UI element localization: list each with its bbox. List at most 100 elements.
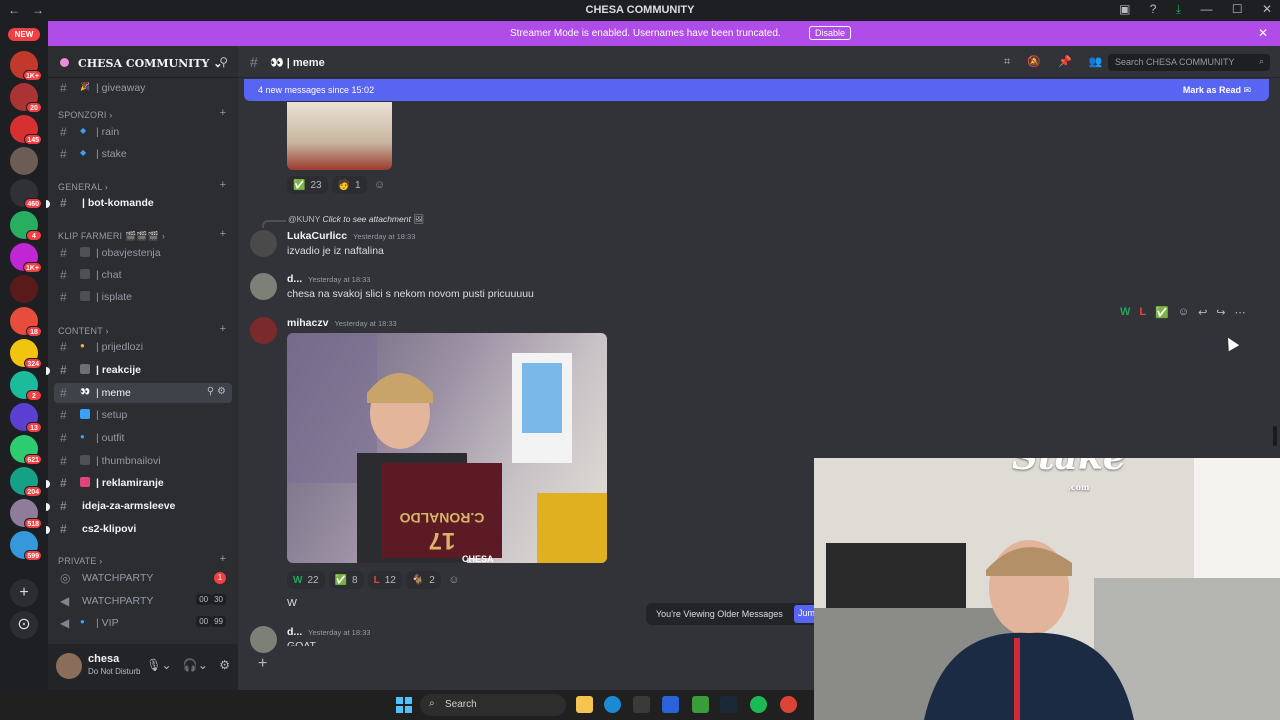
server-icon[interactable]: 324 bbox=[10, 339, 42, 369]
message-author[interactable]: d... Yesterday at 18:33 bbox=[287, 626, 370, 638]
scrollbar[interactable] bbox=[1273, 426, 1277, 446]
invite-icon[interactable]: ⚲ bbox=[207, 386, 214, 397]
reaction-check[interactable]: ✅ 23 bbox=[287, 176, 328, 194]
server-icon[interactable]: 460 bbox=[10, 179, 42, 209]
file-explorer-icon[interactable] bbox=[576, 696, 593, 713]
reaction-w-icon[interactable]: W bbox=[1120, 306, 1130, 322]
voice-channel-watchparty[interactable]: ◎ WATCHPARTY 1 bbox=[54, 568, 232, 588]
server-icon[interactable]: 621 bbox=[10, 435, 42, 465]
avatar[interactable] bbox=[56, 653, 82, 679]
reaction-goat[interactable]: 🐐 2 bbox=[405, 571, 441, 589]
message-image-attachment[interactable]: C.RONALDO 17 CHESA bbox=[287, 333, 607, 563]
add-channel-icon[interactable]: + bbox=[220, 107, 226, 119]
windows-start-icon[interactable] bbox=[396, 697, 412, 713]
pen-app-icon[interactable] bbox=[662, 696, 679, 713]
username[interactable]: chesa bbox=[88, 653, 119, 665]
channel-prijedlozi[interactable]: # ● | prijedlozi bbox=[54, 337, 232, 357]
category-klip-farmeri[interactable]: KLIP FARMERI 🎬🎬🎬 › bbox=[58, 231, 165, 242]
server-icon[interactable]: 518 bbox=[10, 499, 42, 529]
server-icon[interactable]: 4 bbox=[10, 211, 42, 241]
attach-plus-icon[interactable]: + bbox=[258, 655, 267, 673]
add-reaction-icon[interactable]: ☺ bbox=[371, 176, 389, 194]
notification-bell-icon[interactable]: 🔕 bbox=[1027, 56, 1041, 68]
server-icon[interactable]: 204 bbox=[10, 467, 42, 497]
message-composer[interactable]: + bbox=[244, 650, 810, 680]
channel-thumbnailovi[interactable]: # | thumbnailovi bbox=[54, 451, 232, 471]
server-icon[interactable]: 599 bbox=[10, 531, 42, 561]
minecraft-icon[interactable] bbox=[692, 696, 709, 713]
channel-ideja-za-armsleeve[interactable]: # ideja-za-armsleeve bbox=[46, 496, 232, 516]
channel-reklamiranje[interactable]: # | reklamiranje bbox=[46, 473, 232, 493]
help-icon[interactable]: ? bbox=[1150, 2, 1157, 16]
channel-rain[interactable]: # ◆ | rain bbox=[54, 122, 232, 142]
reaction-check-icon[interactable]: ✅ bbox=[1155, 306, 1169, 322]
reply-icon[interactable]: ↩ bbox=[1198, 306, 1207, 322]
channel-cs2-klipovi[interactable]: # cs2-klipovi bbox=[46, 519, 232, 539]
taskbar-search[interactable]: ⌕ Search bbox=[420, 694, 566, 716]
new-messages-bar[interactable]: 4 new messages since 15:02 Mark as Read … bbox=[244, 79, 1269, 101]
add-reaction-icon[interactable]: ☺ bbox=[1178, 306, 1189, 322]
avatar[interactable] bbox=[250, 317, 277, 344]
download-icon[interactable]: ⤓ bbox=[1176, 2, 1181, 16]
edge-icon[interactable] bbox=[604, 696, 621, 713]
reaction-l-icon[interactable]: L bbox=[1139, 306, 1146, 322]
reaction-face[interactable]: 🧑 1 bbox=[331, 176, 367, 194]
add-reaction-icon[interactable]: ☺ bbox=[445, 571, 463, 589]
threads-icon[interactable]: ⌗ bbox=[1004, 56, 1010, 68]
channel-stake[interactable]: # ◆ | stake bbox=[54, 144, 232, 164]
inbox-icon[interactable]: ▣ bbox=[1119, 2, 1130, 16]
message-image-attachment[interactable] bbox=[287, 102, 392, 170]
channel-setup[interactable]: # | setup bbox=[54, 405, 232, 425]
headphones-icon[interactable]: 🎧⌄ bbox=[183, 658, 208, 672]
server-icon[interactable] bbox=[10, 147, 38, 175]
reaction-check[interactable]: ✅ 8 bbox=[328, 571, 364, 589]
category-sponzori[interactable]: SPONZORI › bbox=[58, 110, 113, 120]
add-channel-icon[interactable]: + bbox=[220, 553, 226, 565]
add-server-icon[interactable]: + bbox=[10, 579, 38, 607]
voice-channel-vip[interactable]: ◀ ● | VIP 00 99 bbox=[54, 613, 232, 633]
forward-icon[interactable]: ↪ bbox=[1216, 306, 1225, 322]
server-icon[interactable] bbox=[10, 275, 38, 303]
disable-button[interactable]: Disable bbox=[809, 26, 852, 40]
server-icon[interactable]: 145 bbox=[10, 115, 42, 145]
avatar[interactable] bbox=[250, 626, 277, 653]
more-icon[interactable]: ⋯ bbox=[1235, 306, 1246, 322]
message-author[interactable]: d... Yesterday at 18:33 bbox=[287, 273, 370, 285]
channel-obavjestenja[interactable]: # | obavjestenja bbox=[54, 243, 232, 263]
chrome-icon[interactable] bbox=[780, 696, 797, 713]
member-list-icon[interactable]: 👥 bbox=[1089, 56, 1103, 68]
settings-icon[interactable]: ⚙ bbox=[219, 658, 230, 672]
reaction-w[interactable]: W 22 bbox=[287, 571, 325, 589]
minimize-icon[interactable]: — bbox=[1200, 2, 1212, 16]
server-header[interactable]: CHESA COMMUNITY ⌄ ⚲ bbox=[48, 46, 238, 78]
server-icon[interactable]: 13 bbox=[10, 403, 42, 433]
maximize-icon[interactable]: ☐ bbox=[1232, 2, 1243, 16]
add-channel-icon[interactable]: + bbox=[220, 179, 226, 191]
category-content[interactable]: CONTENT › bbox=[58, 326, 109, 336]
server-icon[interactable]: 18 bbox=[10, 307, 42, 337]
message-author[interactable]: mihaczv Yesterday at 18:33 bbox=[287, 317, 397, 329]
steam-icon[interactable] bbox=[720, 696, 737, 713]
reaction-l[interactable]: L 12 bbox=[367, 571, 402, 589]
channel-outfit[interactable]: # ● | outfit bbox=[54, 428, 232, 448]
channel-reakcije[interactable]: # | reakcije bbox=[46, 360, 232, 380]
close-window-icon[interactable]: ✕ bbox=[1262, 2, 1272, 16]
server-icon[interactable]: 2 bbox=[10, 371, 42, 401]
settings-icon[interactable]: ⚙ bbox=[217, 386, 226, 397]
channel-bot-komande[interactable]: # | bot-komande bbox=[46, 193, 232, 213]
avatar[interactable] bbox=[250, 230, 277, 257]
server-icon[interactable]: 1K+ bbox=[10, 51, 42, 81]
category-private[interactable]: PRIVATE › bbox=[58, 556, 102, 566]
server-icon[interactable]: 20 bbox=[10, 83, 42, 113]
add-channel-icon[interactable]: + bbox=[220, 323, 226, 335]
add-member-icon[interactable]: ⚲ bbox=[219, 55, 228, 69]
server-icon[interactable]: 1K+ bbox=[10, 243, 42, 273]
message-author[interactable]: LukaCurlicc Yesterday at 18:33 bbox=[287, 230, 415, 242]
pin-icon[interactable]: 📌 bbox=[1058, 56, 1072, 68]
channel-giveaway[interactable]: # 🎉 | giveaway bbox=[54, 78, 232, 98]
store-icon[interactable] bbox=[633, 696, 650, 713]
channel-isplate[interactable]: # | isplate bbox=[54, 287, 232, 307]
search-input[interactable]: Search CHESA COMMUNITY ⌕ bbox=[1108, 54, 1270, 71]
discover-icon[interactable]: ⊙ bbox=[10, 611, 38, 639]
category-general[interactable]: GENERAL › bbox=[58, 182, 108, 192]
